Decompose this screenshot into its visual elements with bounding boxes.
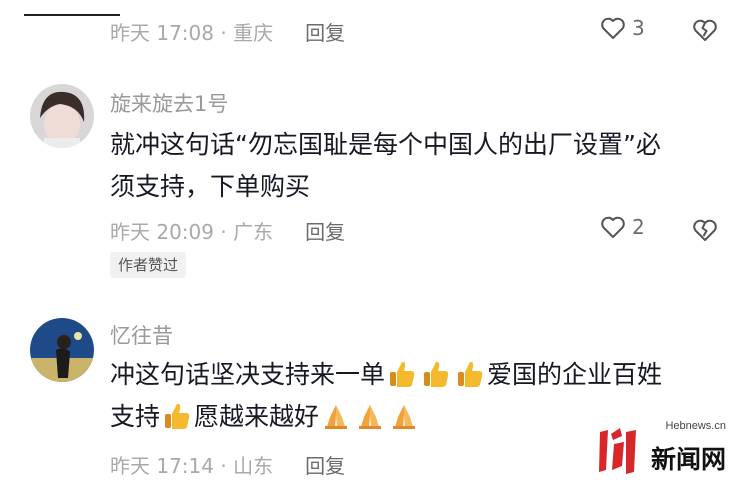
- comment-3-text-line-1: 冲这句话坚决支持来一单 爱国的企业百姓: [110, 358, 662, 392]
- comment-2-meta: 昨天 20:09 · 广东 回复: [110, 215, 345, 245]
- comment-3-text-part-2: 爱国的企业百姓: [487, 360, 663, 389]
- comment-2-text-line-1: 就冲这句话“勿忘国耻是每个中国人的出厂设置”必: [110, 130, 661, 159]
- thumbs-up-emoji-icon: [458, 361, 483, 387]
- comment-3-text-line-2: 支持 愿越来越好: [110, 400, 421, 434]
- comment-1-time-location: 昨天 17:08 · 重庆: [110, 20, 274, 45]
- broken-heart-icon[interactable]: [692, 218, 718, 242]
- heart-outline-icon: [601, 17, 625, 39]
- comment-2-text-line-2: 须支持，下单购买: [110, 172, 311, 201]
- avatar-image: [30, 84, 94, 148]
- avatar[interactable]: [30, 84, 94, 148]
- comment-2-reply-button[interactable]: 回复: [305, 216, 345, 245]
- comment-2-like-count: 2: [632, 215, 645, 239]
- comment-1-reply-button[interactable]: 回复: [305, 17, 345, 46]
- comment-1-like-count: 3: [632, 16, 645, 40]
- thumbs-up-emoji-icon: [390, 361, 415, 387]
- comment-2-like-button[interactable]: 2: [600, 215, 645, 239]
- comment-3-username[interactable]: 忆往昔: [110, 320, 173, 350]
- comment-3-text-part-4: 愿越来越好: [194, 402, 320, 431]
- comment-3-reply-button[interactable]: 回复: [305, 450, 345, 479]
- folded-hands-emoji-icon: [393, 405, 416, 429]
- broken-heart-icon[interactable]: [692, 18, 718, 42]
- thumbs-up-emoji-icon: [165, 403, 190, 429]
- thumbs-up-emoji-icon: [424, 361, 449, 387]
- hebnews-watermark: Hebnews.cn 新闻网: [596, 420, 726, 478]
- hebei-logo-icon: [599, 428, 636, 474]
- top-divider: [24, 14, 120, 16]
- comment-1-meta: 昨天 17:08 · 重庆 回复: [110, 16, 345, 46]
- avatar-image: [30, 318, 94, 382]
- comment-3-meta: 昨天 17:14 · 山东 回复: [110, 449, 345, 479]
- comment-2-time-location: 昨天 20:09 · 广东: [110, 219, 274, 244]
- comment-2-username[interactable]: 旋来旋去1号: [110, 88, 228, 118]
- comment-3-text-part-1: 冲这句话坚决支持来一单: [110, 360, 386, 389]
- watermark-site-name: 新闻网: [650, 445, 726, 474]
- avatar[interactable]: [30, 318, 94, 382]
- folded-hands-emoji-icon: [359, 405, 382, 429]
- author-liked-badge: 作者赞过: [110, 252, 187, 278]
- folded-hands-emoji-icon: [325, 405, 348, 429]
- comment-1-like-button[interactable]: 3: [600, 16, 645, 40]
- heart-outline-icon: [601, 216, 625, 238]
- watermark-url: Hebnews.cn: [665, 420, 726, 432]
- comment-3-text-part-3: 支持: [110, 402, 161, 431]
- comment-3-time-location: 昨天 17:14 · 山东: [110, 453, 274, 478]
